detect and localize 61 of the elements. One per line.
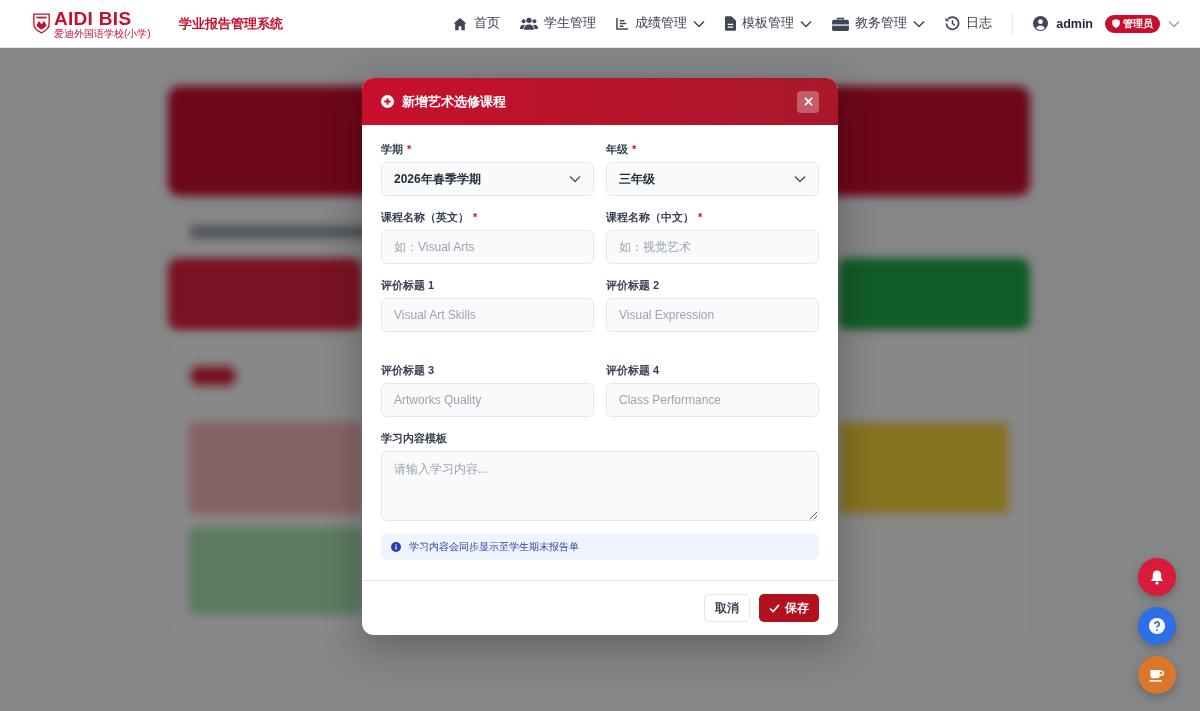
field-label: 课程名称（中文） bbox=[606, 211, 694, 223]
select-field[interactable]: 三年级 bbox=[606, 162, 819, 196]
required-mark: * bbox=[473, 211, 478, 223]
field-label: 年级 bbox=[606, 143, 628, 155]
app-title: 学业报告管理系统 bbox=[178, 14, 283, 33]
chevron-down-icon bbox=[569, 175, 581, 183]
briefcase-icon bbox=[832, 16, 850, 31]
logo-subtitle: 爱迪外国语学校(小学) bbox=[54, 28, 151, 39]
save-button[interactable]: 保存 bbox=[759, 594, 819, 622]
role-badge: 管理员 bbox=[1105, 14, 1160, 33]
input-field[interactable]: Artworks Quality bbox=[381, 383, 594, 417]
input-field[interactable]: 如：视觉艺术 bbox=[606, 230, 819, 264]
nav-item[interactable]: 模板管理 bbox=[715, 8, 823, 39]
required-mark: * bbox=[407, 143, 412, 155]
close-button[interactable] bbox=[797, 90, 819, 113]
chevron-down-icon bbox=[1168, 19, 1180, 28]
nav-item[interactable]: 教务管理 bbox=[822, 8, 936, 39]
user-name: admin bbox=[1056, 16, 1093, 31]
field-label: 课程名称（英文） bbox=[381, 211, 469, 223]
field-label: 学期 bbox=[381, 143, 403, 155]
coffee-button[interactable] bbox=[1138, 656, 1176, 694]
cancel-button[interactable]: 取消 bbox=[704, 594, 750, 622]
nav-item[interactable]: 日志 bbox=[935, 8, 1003, 39]
chevron-down-icon bbox=[794, 175, 806, 183]
document-icon bbox=[725, 16, 737, 31]
bell-icon bbox=[1150, 569, 1164, 585]
required-mark: * bbox=[632, 143, 637, 155]
logo-title: AIDI BIS bbox=[54, 8, 132, 28]
bar-chart-icon bbox=[616, 17, 630, 30]
field-label: 评价标题 3 bbox=[381, 364, 435, 376]
coffee-cup-icon bbox=[1148, 667, 1166, 683]
field-label: 学习内容模板 bbox=[381, 432, 447, 444]
field-label: 评价标题 1 bbox=[381, 279, 435, 291]
nav-item[interactable]: 首页 bbox=[442, 8, 511, 39]
field-label: 评价标题 2 bbox=[606, 279, 660, 291]
notification-button[interactable] bbox=[1138, 558, 1176, 596]
users-icon bbox=[520, 17, 539, 30]
history-icon bbox=[945, 16, 961, 31]
modal-title: 新增艺术选修课程 bbox=[402, 92, 506, 111]
user-avatar-icon bbox=[1033, 16, 1049, 31]
check-icon bbox=[769, 603, 780, 613]
home-icon bbox=[452, 16, 469, 31]
field-label: 评价标题 4 bbox=[606, 364, 660, 376]
shield-icon bbox=[1112, 19, 1120, 28]
select-field[interactable]: 2026年春季学期 bbox=[381, 162, 594, 196]
required-mark: * bbox=[698, 211, 703, 223]
info-icon bbox=[391, 541, 401, 552]
input-field[interactable]: Visual Expression bbox=[606, 298, 819, 332]
input-field[interactable]: Class Performance bbox=[606, 383, 819, 417]
nav-item[interactable]: 成绩管理 bbox=[606, 8, 716, 39]
help-button[interactable] bbox=[1138, 607, 1176, 645]
input-field[interactable]: Visual Art Skills bbox=[381, 298, 594, 332]
text-area[interactable]: 请输入学习内容... bbox=[381, 451, 819, 521]
input-field[interactable]: 如：Visual Arts bbox=[381, 230, 594, 264]
nav-item[interactable]: 学生管理 bbox=[510, 8, 607, 39]
help-icon bbox=[1149, 618, 1165, 634]
info-text: 学习内容会同步显示至学生期末报告单 bbox=[409, 539, 579, 554]
plus-circle-icon bbox=[381, 95, 394, 108]
close-icon bbox=[803, 97, 813, 106]
shield-logo-icon bbox=[33, 13, 50, 34]
user-menu[interactable]: admin 管理员 bbox=[1023, 8, 1200, 39]
